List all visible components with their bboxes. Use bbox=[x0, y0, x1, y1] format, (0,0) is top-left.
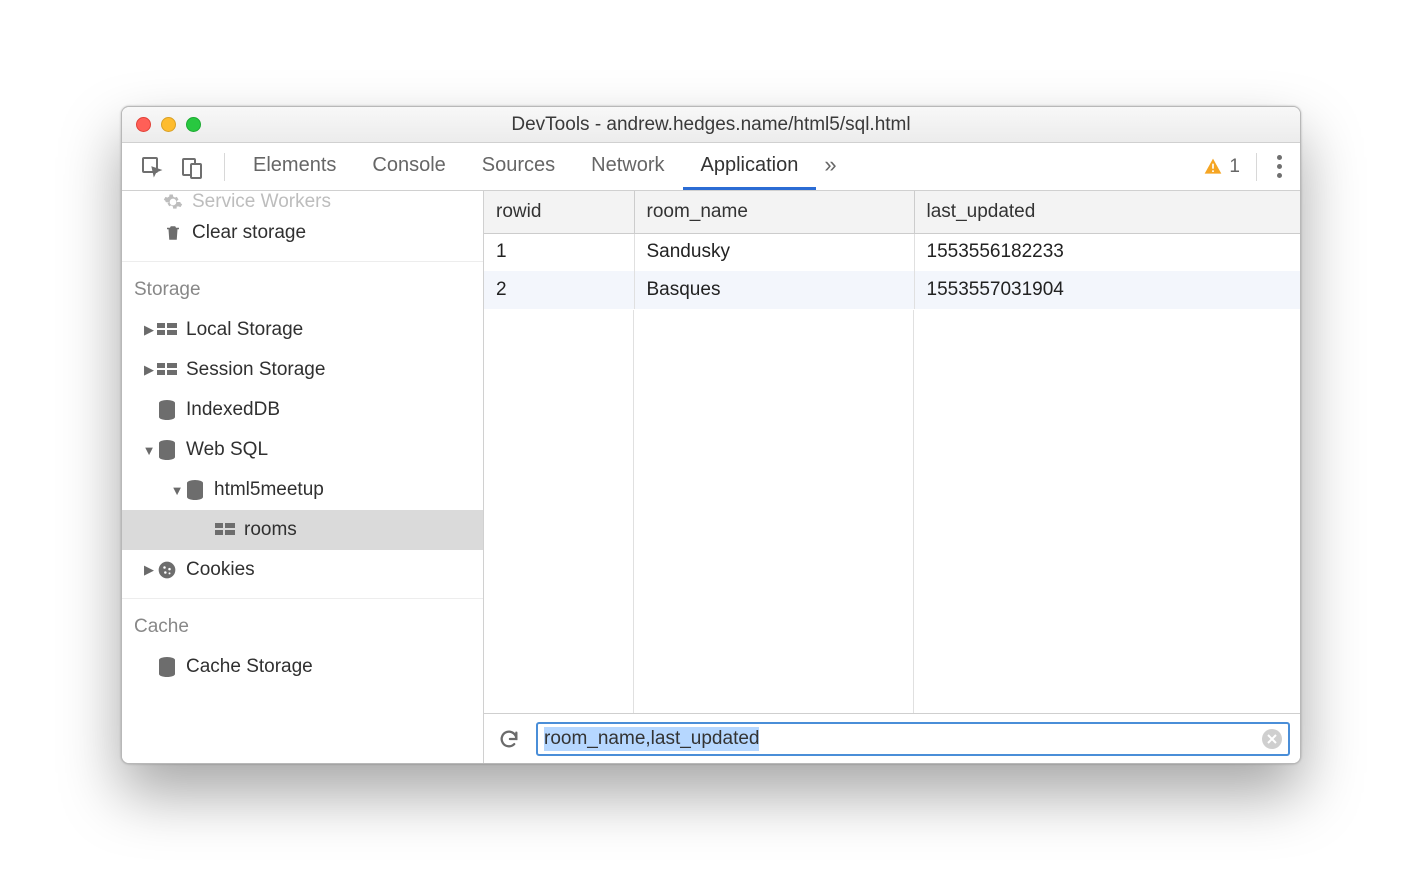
sidebar-item-indexeddb[interactable]: IndexedDB bbox=[122, 390, 483, 430]
chevron-right-icon: ▶ bbox=[142, 362, 156, 378]
divider bbox=[1256, 153, 1257, 181]
sidebar-item-label: Clear storage bbox=[192, 222, 306, 244]
devtools-menu-button[interactable] bbox=[1267, 155, 1292, 178]
sidebar-item-table-rooms[interactable]: rooms bbox=[122, 510, 483, 550]
sidebar-item-local-storage[interactable]: ▶ Local Storage bbox=[122, 310, 483, 350]
sidebar-item-label: html5meetup bbox=[214, 479, 324, 501]
table-row[interactable]: 1 Sandusky 1553556182233 bbox=[484, 233, 1300, 271]
sidebar-item-label: Local Storage bbox=[186, 319, 303, 341]
sidebar-item-label: Web SQL bbox=[186, 439, 268, 461]
main-content: rowid room_name last_updated 1 Sandusky … bbox=[484, 191, 1300, 763]
zoom-window-button[interactable] bbox=[186, 117, 201, 132]
warnings-badge[interactable]: 1 bbox=[1203, 156, 1246, 178]
chevron-right-icon: ▶ bbox=[142, 322, 156, 338]
grid-icon bbox=[156, 319, 178, 341]
warnings-count: 1 bbox=[1229, 156, 1240, 178]
database-icon bbox=[156, 656, 178, 678]
cookie-icon bbox=[156, 559, 178, 581]
query-input[interactable]: room_name,last_updated bbox=[544, 727, 759, 751]
sidebar-item-label: rooms bbox=[244, 519, 297, 541]
warning-icon bbox=[1203, 157, 1223, 177]
sidebar-item-database-html5meetup[interactable]: ▼ html5meetup bbox=[122, 470, 483, 510]
chevron-down-icon: ▼ bbox=[170, 483, 184, 498]
devtools-body: Service Workers Clear storage Storage ▶ … bbox=[122, 191, 1300, 763]
tab-sources[interactable]: Sources bbox=[464, 143, 573, 190]
cell-room-name: Sandusky bbox=[634, 233, 914, 271]
database-icon bbox=[156, 439, 178, 461]
traffic-lights bbox=[122, 117, 201, 132]
cell-room-name: Basques bbox=[634, 271, 914, 309]
sidebar-item-label: Session Storage bbox=[186, 359, 325, 381]
query-footer: room_name,last_updated bbox=[484, 713, 1300, 763]
sidebar-item-web-sql[interactable]: ▼ Web SQL bbox=[122, 430, 483, 470]
sidebar-item-label: Cache Storage bbox=[186, 656, 313, 678]
table-row[interactable]: 2 Basques 1553557031904 bbox=[484, 271, 1300, 309]
sidebar-item-label: Cookies bbox=[186, 559, 255, 581]
inspect-element-icon[interactable] bbox=[140, 155, 164, 179]
titlebar: DevTools - andrew.hedges.name/html5/sql.… bbox=[122, 107, 1300, 143]
clear-input-button[interactable] bbox=[1262, 729, 1282, 749]
trash-icon bbox=[162, 222, 184, 244]
sidebar-item-service-workers[interactable]: Service Workers bbox=[122, 191, 483, 213]
sidebar-item-cookies[interactable]: ▶ Cookies bbox=[122, 550, 483, 590]
column-header-rowid[interactable]: rowid bbox=[484, 191, 634, 233]
database-icon bbox=[156, 399, 178, 421]
data-table-area: rowid room_name last_updated 1 Sandusky … bbox=[484, 191, 1300, 713]
minimize-window-button[interactable] bbox=[161, 117, 176, 132]
tabs-overflow[interactable]: » bbox=[816, 143, 844, 190]
sidebar-heading-storage: Storage bbox=[122, 270, 483, 310]
sidebar-item-session-storage[interactable]: ▶ Session Storage bbox=[122, 350, 483, 390]
query-input-wrap: room_name,last_updated bbox=[536, 722, 1290, 756]
gear-icon bbox=[162, 191, 184, 213]
sidebar-item-label: Service Workers bbox=[192, 191, 331, 213]
devtools-tabbar: Elements Console Sources Network Applica… bbox=[122, 143, 1300, 191]
tab-console[interactable]: Console bbox=[354, 143, 463, 190]
cell-last-updated: 1553556182233 bbox=[914, 233, 1300, 271]
window-title: DevTools - andrew.hedges.name/html5/sql.… bbox=[122, 114, 1300, 136]
close-window-button[interactable] bbox=[136, 117, 151, 132]
refresh-button[interactable] bbox=[494, 724, 524, 754]
column-header-last-updated[interactable]: last_updated bbox=[914, 191, 1300, 233]
tab-network[interactable]: Network bbox=[573, 143, 682, 190]
chevron-right-icon: ▶ bbox=[142, 562, 156, 578]
column-header-room-name[interactable]: room_name bbox=[634, 191, 914, 233]
table-header-row: rowid room_name last_updated bbox=[484, 191, 1300, 233]
sidebar-item-label: IndexedDB bbox=[186, 399, 280, 421]
divider bbox=[224, 153, 225, 181]
table-empty-area bbox=[484, 309, 1300, 713]
cell-last-updated: 1553557031904 bbox=[914, 271, 1300, 309]
grid-icon bbox=[156, 359, 178, 381]
tab-application[interactable]: Application bbox=[683, 143, 817, 190]
devtools-window: DevTools - andrew.hedges.name/html5/sql.… bbox=[121, 106, 1301, 764]
cell-rowid: 1 bbox=[484, 233, 634, 271]
grid-icon bbox=[214, 519, 236, 541]
device-toolbar-icon[interactable] bbox=[180, 155, 204, 179]
sidebar-item-cache-storage[interactable]: Cache Storage bbox=[122, 647, 483, 687]
data-table: rowid room_name last_updated 1 Sandusky … bbox=[484, 191, 1300, 309]
sidebar-item-clear-storage[interactable]: Clear storage bbox=[122, 213, 483, 253]
application-sidebar: Service Workers Clear storage Storage ▶ … bbox=[122, 191, 484, 763]
cell-rowid: 2 bbox=[484, 271, 634, 309]
database-icon bbox=[184, 479, 206, 501]
tab-elements[interactable]: Elements bbox=[235, 143, 354, 190]
sidebar-heading-cache: Cache bbox=[122, 607, 483, 647]
chevron-down-icon: ▼ bbox=[142, 443, 156, 458]
